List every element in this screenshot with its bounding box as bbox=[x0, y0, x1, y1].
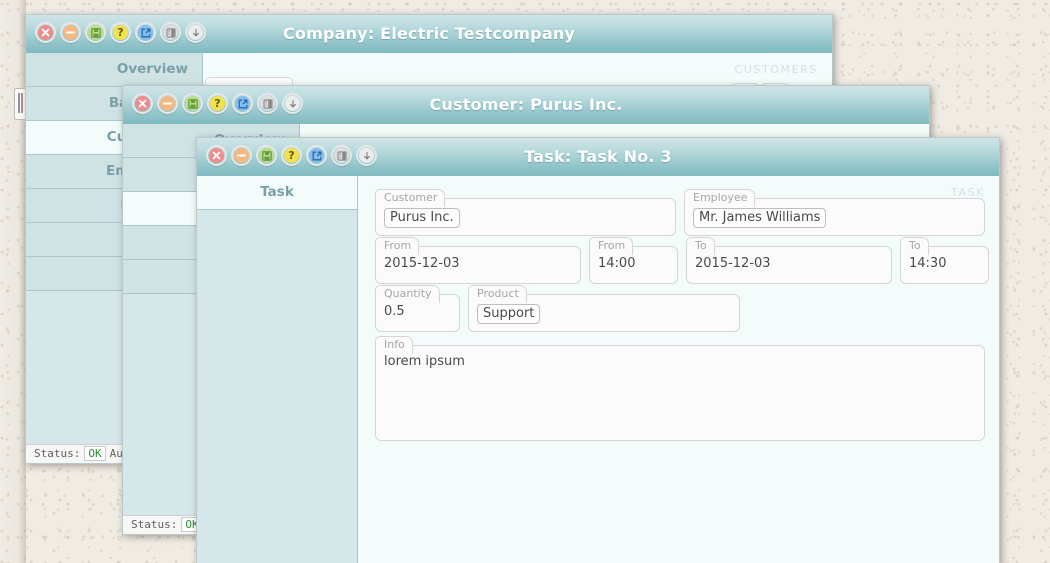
notebook-icon bbox=[163, 25, 178, 40]
close-button[interactable] bbox=[35, 22, 56, 43]
field-quantity-legend: Quantity bbox=[375, 285, 440, 303]
help-button[interactable]: ? bbox=[110, 22, 131, 43]
field-to-date[interactable]: To 2015-12-03 bbox=[686, 246, 892, 284]
field-employee-legend: Employee bbox=[684, 189, 755, 207]
download-button[interactable] bbox=[185, 22, 206, 43]
task-form-row-2: From 2015-12-03 From 14:00 To 2015-12-03… bbox=[375, 246, 987, 284]
close-icon bbox=[38, 25, 53, 40]
field-to-date-value[interactable]: 2015-12-03 bbox=[687, 247, 891, 271]
titlebar-customer[interactable]: ? Customer: Purus Inc. bbox=[123, 86, 929, 125]
minimize-button[interactable] bbox=[231, 145, 252, 166]
field-quantity[interactable]: Quantity 0.5 bbox=[375, 294, 460, 332]
field-to-date-legend: To bbox=[686, 237, 715, 255]
open-external-button[interactable] bbox=[306, 145, 327, 166]
sidebar-filler bbox=[197, 210, 357, 563]
save-button[interactable] bbox=[256, 145, 277, 166]
minimize-button[interactable] bbox=[157, 93, 178, 114]
titlebar-task[interactable]: ? Task: Task No. 3 bbox=[197, 138, 999, 177]
titlebar-buttons-company: ? bbox=[35, 22, 206, 43]
arrow-down-icon bbox=[285, 96, 300, 111]
field-info[interactable]: Info lorem ipsum bbox=[375, 345, 985, 441]
notebook-button[interactable] bbox=[257, 93, 278, 114]
arrow-down-icon bbox=[359, 148, 374, 163]
content-task: TASK Customer Purus Inc. Employee Mr. Ja… bbox=[358, 176, 999, 563]
field-to-time-legend: To bbox=[900, 237, 929, 255]
close-icon bbox=[209, 148, 224, 163]
help-button[interactable]: ? bbox=[281, 145, 302, 166]
notebook-button[interactable] bbox=[160, 22, 181, 43]
arrow-down-icon bbox=[188, 25, 203, 40]
titlebar-company[interactable]: ? Company: Electric Testcompany bbox=[26, 15, 832, 54]
field-employee[interactable]: Employee Mr. James Williams bbox=[684, 198, 985, 236]
field-employee-value[interactable]: Mr. James Williams bbox=[693, 208, 826, 228]
minus-icon bbox=[160, 96, 175, 111]
close-button[interactable] bbox=[132, 93, 153, 114]
question-icon: ? bbox=[284, 148, 299, 163]
save-button[interactable] bbox=[182, 93, 203, 114]
status-badge-company: OK bbox=[84, 446, 105, 461]
download-button[interactable] bbox=[356, 145, 377, 166]
window-task[interactable]: ? Task: Task No. 3 Task TASK Customer Pu… bbox=[196, 137, 1000, 563]
field-customer-value[interactable]: Purus Inc. bbox=[384, 208, 460, 228]
question-icon: ? bbox=[113, 25, 128, 40]
field-from-time[interactable]: From 14:00 bbox=[589, 246, 678, 284]
status-label-customer: Status: bbox=[131, 518, 177, 531]
sidebar-task: Task bbox=[197, 176, 358, 563]
external-link-icon bbox=[309, 148, 324, 163]
handle-stripe-b bbox=[21, 93, 23, 113]
notebook-icon bbox=[260, 96, 275, 111]
save-disk-icon bbox=[88, 25, 103, 40]
titlebar-buttons-task: ? bbox=[206, 145, 377, 166]
open-external-button[interactable] bbox=[135, 22, 156, 43]
field-info-legend: Info bbox=[375, 336, 413, 354]
save-disk-icon bbox=[185, 96, 200, 111]
external-link-icon bbox=[235, 96, 250, 111]
save-disk-icon bbox=[259, 148, 274, 163]
desktop-left-edge bbox=[0, 0, 26, 563]
field-customer[interactable]: Customer Purus Inc. bbox=[375, 198, 676, 236]
window-body-task: Task TASK Customer Purus Inc. Employee M… bbox=[197, 176, 999, 563]
status-label-company: Status: bbox=[34, 447, 80, 460]
open-external-button[interactable] bbox=[232, 93, 253, 114]
question-icon: ? bbox=[210, 96, 225, 111]
task-form-row-1: Customer Purus Inc. Employee Mr. James W… bbox=[375, 198, 987, 236]
field-product-legend: Product bbox=[468, 285, 527, 303]
close-button[interactable] bbox=[206, 145, 227, 166]
field-product[interactable]: Product Support bbox=[468, 294, 740, 332]
task-form-row-3: Quantity 0.5 Product Support bbox=[375, 294, 987, 332]
minus-icon bbox=[63, 25, 78, 40]
sidebar-item-task[interactable]: Task bbox=[197, 176, 357, 210]
task-form: Customer Purus Inc. Employee Mr. James W… bbox=[375, 198, 987, 450]
field-product-value[interactable]: Support bbox=[477, 304, 540, 324]
sidebar-item-overview[interactable]: Overview bbox=[26, 53, 202, 87]
field-to-time[interactable]: To 14:30 bbox=[900, 246, 989, 284]
close-icon bbox=[135, 96, 150, 111]
help-button[interactable]: ? bbox=[207, 93, 228, 114]
titlebar-buttons-customer: ? bbox=[132, 93, 303, 114]
field-from-date-legend: From bbox=[375, 237, 419, 255]
task-form-row-4: Info lorem ipsum bbox=[375, 345, 987, 441]
field-customer-legend: Customer bbox=[375, 189, 445, 207]
field-info-value[interactable]: lorem ipsum bbox=[376, 346, 984, 369]
notebook-button[interactable] bbox=[331, 145, 352, 166]
external-link-icon bbox=[138, 25, 153, 40]
download-button[interactable] bbox=[282, 93, 303, 114]
minus-icon bbox=[234, 148, 249, 163]
field-from-time-legend: From bbox=[589, 237, 633, 255]
handle-stripe-a bbox=[18, 93, 20, 113]
field-from-date[interactable]: From 2015-12-03 bbox=[375, 246, 581, 284]
notebook-icon bbox=[334, 148, 349, 163]
minimize-button[interactable] bbox=[60, 22, 81, 43]
watermark-customers: CUSTOMERS bbox=[734, 63, 818, 76]
save-button[interactable] bbox=[85, 22, 106, 43]
